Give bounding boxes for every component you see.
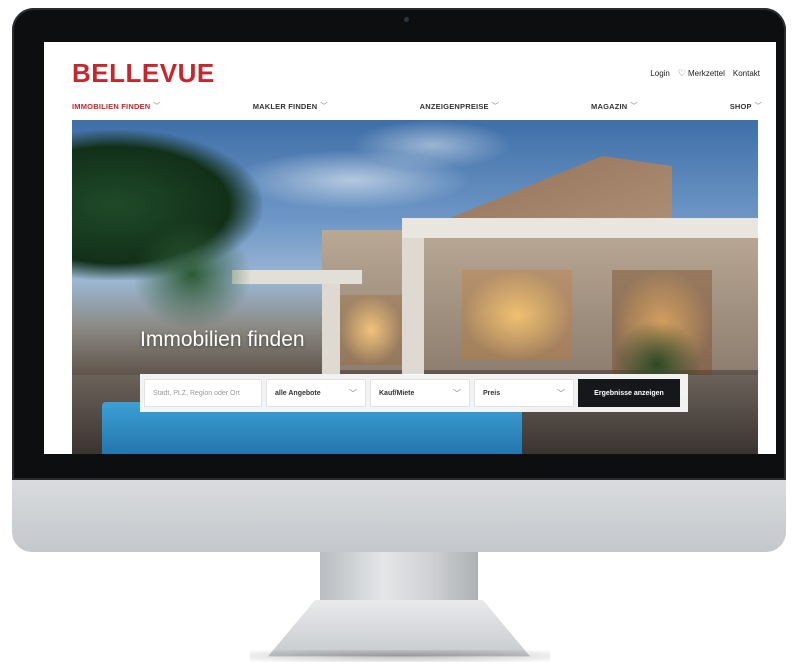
purchase-type-value: Kauf/Miete (379, 389, 415, 397)
stand-shadow (250, 650, 550, 662)
chevron-down-icon: ﹀ (153, 103, 161, 110)
nav-item-label: MAKLER FINDEN (252, 101, 318, 111)
house-pillar (322, 284, 340, 374)
price-select[interactable]: Preis ﹀ (474, 379, 574, 407)
main-nav: IMMOBILIEN FINDEN ﹀ MAKLER FINDEN ﹀ ANZE… (72, 98, 762, 114)
watchlist-link[interactable]: ♡ Merkzettel (678, 68, 725, 79)
contact-link[interactable]: Kontakt (733, 69, 760, 78)
nav-item-label: ANZEIGENPREISE (419, 101, 489, 111)
house-pillar (402, 238, 424, 378)
search-bar: Stadt, PLZ, Region oder Ort alle Angebot… (140, 374, 688, 412)
camera-icon (404, 17, 409, 22)
location-search-input[interactable]: Stadt, PLZ, Region oder Ort (144, 379, 262, 407)
palm-tree (132, 220, 252, 330)
brand-logo[interactable]: BELLEVUE (72, 58, 215, 89)
chevron-down-icon: ﹀ (320, 103, 328, 110)
house-canopy (402, 218, 758, 238)
chevron-down-icon: ﹀ (754, 103, 762, 110)
utility-nav: Login ♡ Merkzettel Kontakt (650, 68, 760, 79)
nav-item-label: SHOP (729, 101, 752, 111)
heart-icon: ♡ (677, 68, 686, 78)
hero-image: Immobilien finden Stadt, PLZ, Region ode… (72, 120, 758, 454)
interior-light (462, 270, 572, 360)
chevron-down-icon: ﹀ (453, 388, 461, 398)
cloud (352, 120, 512, 170)
chevron-down-icon: ﹀ (491, 103, 499, 110)
nav-item-immobilien-finden[interactable]: IMMOBILIEN FINDEN ﹀ (72, 101, 161, 111)
nav-item-magazin[interactable]: MAGAZIN ﹀ (591, 101, 638, 111)
show-results-button[interactable]: Ergebnisse anzeigen (578, 379, 680, 407)
watchlist-label: Merkzettel (687, 69, 725, 78)
hero-title: Immobilien finden (140, 328, 305, 351)
login-link[interactable]: Login (650, 69, 670, 78)
offers-select-value: alle Angebote (275, 389, 321, 397)
nav-item-shop[interactable]: SHOP ﹀ (730, 101, 762, 111)
nav-item-label: IMMOBILIEN FINDEN (72, 101, 151, 111)
purchase-type-select[interactable]: Kauf/Miete ﹀ (370, 379, 470, 407)
interior-light (340, 295, 402, 365)
chevron-down-icon: ﹀ (630, 103, 638, 110)
chevron-down-icon: ﹀ (557, 388, 565, 398)
nav-item-makler-finden[interactable]: MAKLER FINDEN ﹀ (253, 101, 328, 111)
nav-item-anzeigenpreise[interactable]: ANZEIGENPREISE ﹀ (420, 101, 499, 111)
nav-item-label: MAGAZIN (591, 101, 628, 111)
website-screen: BELLEVUE Login ♡ Merkzettel Kontakt IMMOB… (44, 42, 776, 454)
price-select-value: Preis (483, 389, 501, 397)
monitor-stand-neck (320, 552, 478, 604)
chevron-down-icon: ﹀ (349, 388, 357, 398)
monitor-chin (12, 480, 786, 552)
offers-select[interactable]: alle Angebote ﹀ (266, 379, 366, 407)
